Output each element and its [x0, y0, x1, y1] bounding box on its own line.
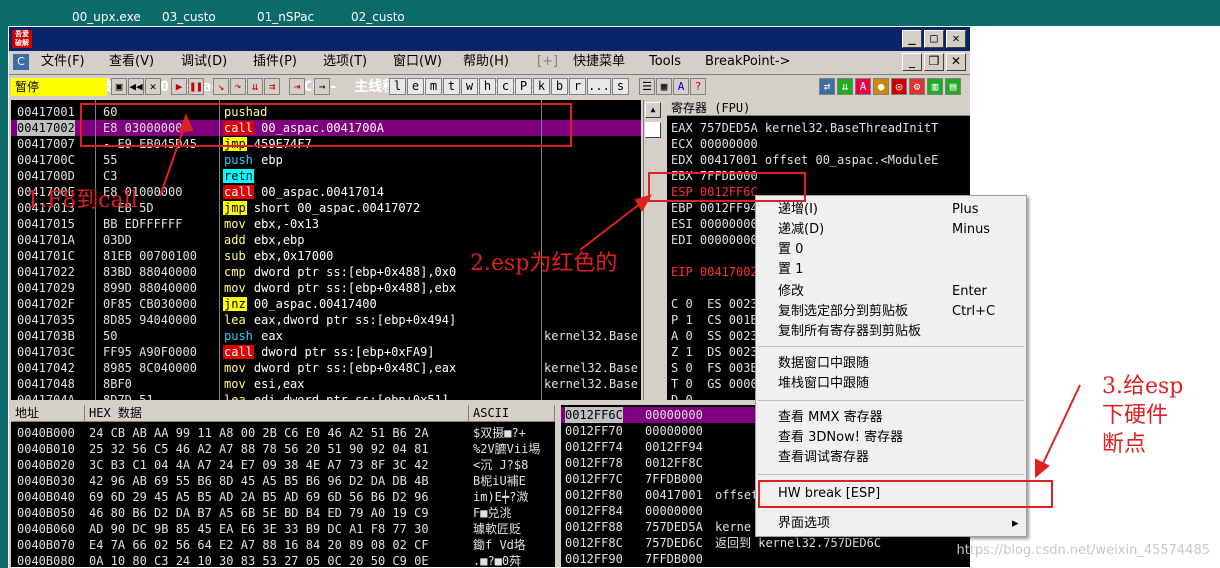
arrow-2-head	[634, 194, 653, 212]
watermark: https://blog.csdn.net/weixin_45574485	[956, 543, 1210, 558]
arrow-1-line	[159, 121, 187, 197]
arrow-3-head	[1035, 458, 1050, 479]
arrow-3-line	[1039, 384, 1081, 471]
arrow-1-head	[178, 113, 194, 134]
annotation-arrows	[159, 113, 1081, 479]
arrow-2-line	[579, 199, 646, 251]
